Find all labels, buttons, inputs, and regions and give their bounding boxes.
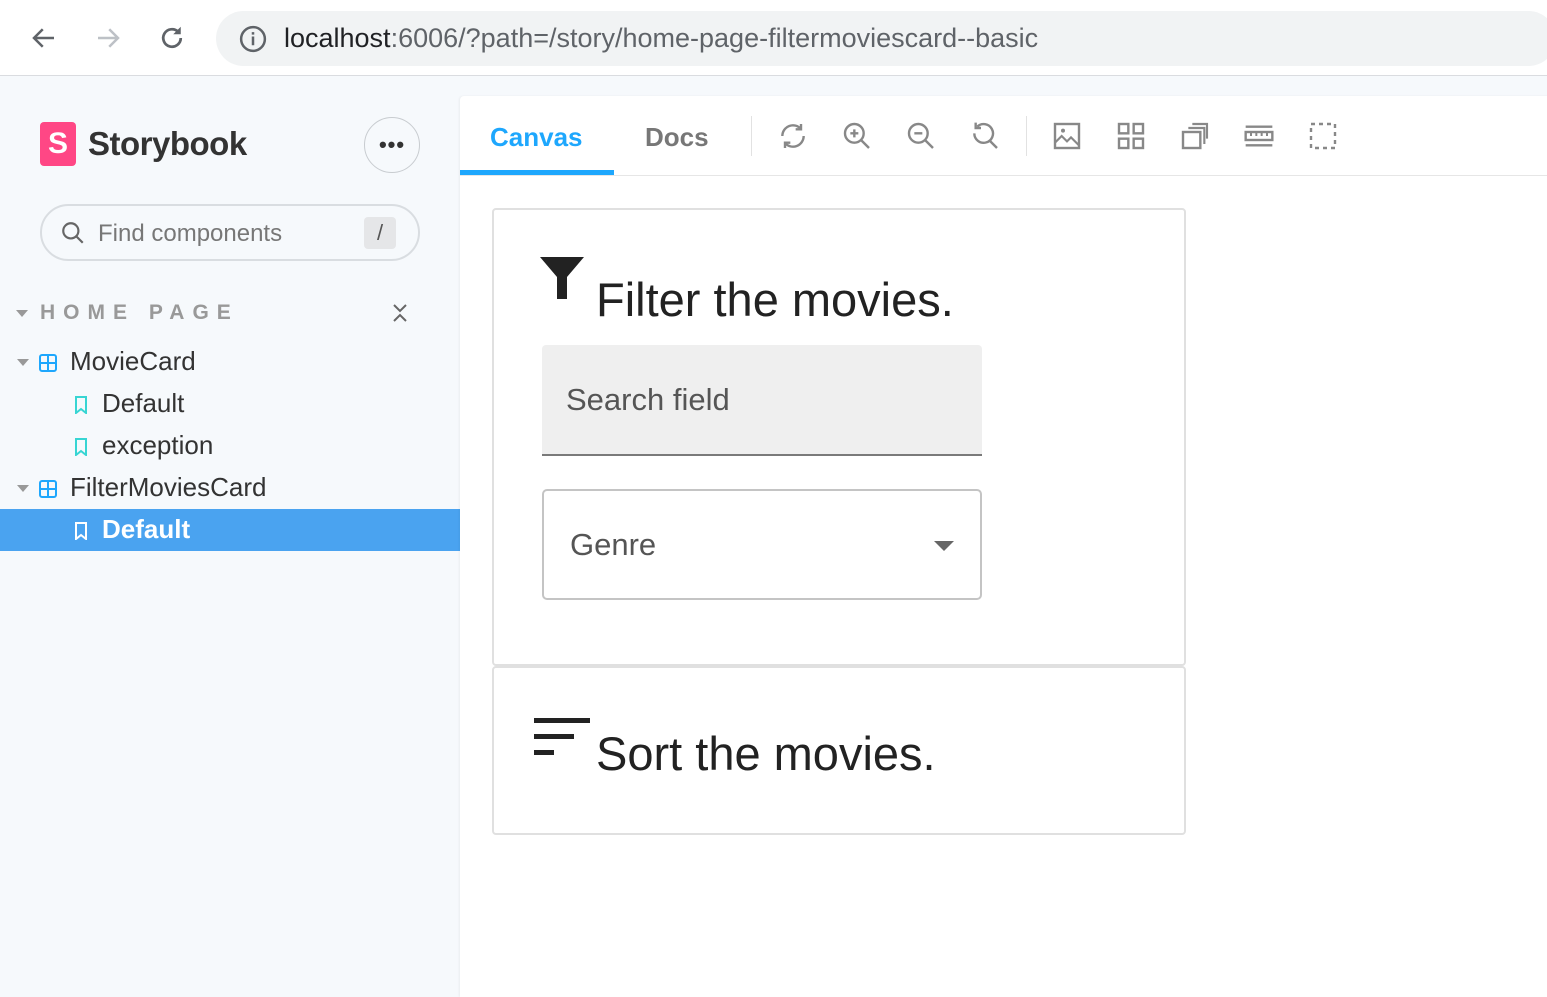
viewport-icon[interactable] (1307, 120, 1339, 152)
url-text[interactable]: localhost:6006/?path=/story/home-page-fi… (284, 23, 1038, 54)
genre-select-label: Genre (570, 527, 657, 562)
reload-icon (161, 26, 183, 49)
outline-icon[interactable] (1179, 120, 1211, 152)
tree-item-filtermoviescard-default[interactable]: Default (0, 509, 460, 551)
shortcut-key: / (364, 217, 396, 249)
dropdown-arrow-icon (934, 541, 954, 551)
zoom-reset-icon[interactable] (969, 120, 1001, 152)
info-icon[interactable] (238, 24, 268, 54)
collapse-all-icon[interactable] (390, 301, 410, 325)
url-host: localhost (284, 23, 391, 53)
genre-select[interactable]: Genre (542, 489, 982, 600)
tree-item-label: Default (102, 388, 185, 418)
grid-icon[interactable] (1115, 120, 1147, 152)
measure-icon[interactable] (1243, 120, 1275, 152)
sort-icon (534, 718, 590, 755)
search-field-label: Search field (566, 382, 730, 417)
toolbar-divider (1026, 116, 1027, 156)
search-field[interactable]: Search field (542, 345, 982, 456)
address-bar[interactable]: localhost:6006/?path=/story/home-page-fi… (216, 11, 1547, 66)
preview-toolbar: Canvas Docs (460, 96, 1547, 176)
background-icon[interactable] (1051, 120, 1083, 152)
sort-card-title: Sort the movies. (596, 727, 936, 780)
search-placeholder: Find components (98, 220, 283, 247)
zoom-out-icon[interactable] (905, 120, 937, 152)
section-label: HOME PAGE (40, 301, 239, 324)
arrow-right-icon (98, 28, 120, 48)
tree-item-label: Default (102, 514, 191, 544)
component-icon (39, 480, 57, 498)
caret-down-icon (17, 485, 29, 492)
bookmark-icon (75, 438, 87, 456)
component-icon (39, 354, 57, 372)
tree-item-label: exception (102, 430, 214, 460)
bookmark-icon (75, 396, 87, 414)
preview-panel: Canvas Docs Filter the movies. Search fi… (460, 96, 1547, 997)
section-header[interactable]: HOME PAGE (16, 301, 436, 329)
sort-card: Sort the movies. (492, 666, 1186, 835)
sync-icon[interactable] (777, 120, 809, 152)
ellipsis-icon: ••• (378, 132, 406, 157)
tab-docs[interactable]: Docs (645, 122, 709, 153)
tab-canvas[interactable]: Canvas (490, 122, 583, 153)
zoom-in-icon[interactable] (841, 120, 873, 152)
reload-button[interactable] (152, 18, 192, 58)
sidebar: S Storybook ••• Find components / HOME P… (0, 77, 460, 997)
storybook-logo: S (40, 122, 76, 166)
menu-button[interactable]: ••• (364, 117, 420, 173)
filter-card: Filter the movies. Search field Genre (492, 208, 1186, 666)
search-icon (62, 222, 84, 244)
bookmark-icon (75, 522, 87, 540)
tree-item-moviecard[interactable]: MovieCard (0, 341, 460, 383)
tree-item-label: MovieCard (70, 346, 196, 376)
brand[interactable]: S Storybook (40, 122, 247, 166)
url-path: :6006/?path=/story/home-page-filtermovie… (390, 23, 1039, 53)
filter-icon (540, 257, 584, 299)
caret-down-icon (16, 310, 28, 317)
browser-toolbar: localhost:6006/?path=/story/home-page-fi… (0, 0, 1547, 76)
forward-button[interactable] (88, 18, 128, 58)
tree-item-label: FilterMoviesCard (70, 472, 267, 502)
toolbar-divider (751, 116, 752, 156)
storybook-logo-letter: S (47, 127, 68, 160)
tree-item-moviecard-default[interactable]: Default (0, 383, 460, 425)
active-tab-indicator (460, 170, 614, 175)
arrow-left-icon (32, 28, 54, 48)
brand-name: Storybook (88, 125, 247, 162)
back-button[interactable] (24, 18, 64, 58)
caret-down-icon (17, 359, 29, 366)
tree-item-filtermoviescard[interactable]: FilterMoviesCard (0, 467, 460, 509)
filter-card-title: Filter the movies. (596, 273, 954, 326)
tree-item-moviecard-exception[interactable]: exception (0, 425, 460, 467)
search-input[interactable]: Find components / (40, 204, 420, 261)
